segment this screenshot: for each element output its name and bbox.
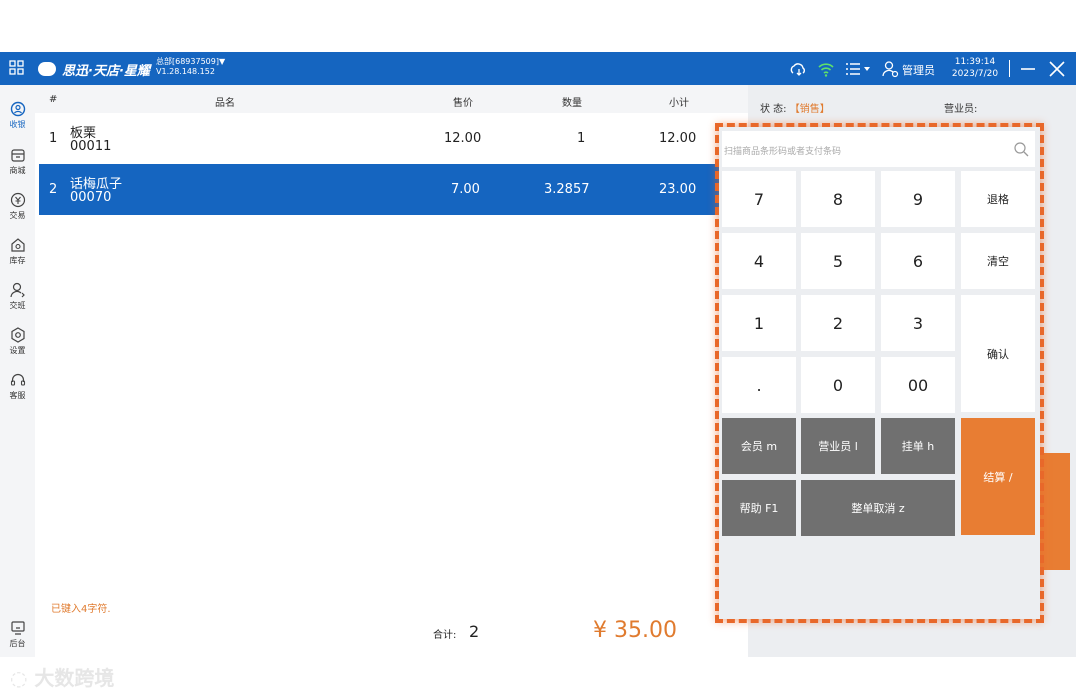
sidebar-item-backend[interactable]: 后台 bbox=[0, 620, 35, 649]
member-button[interactable]: 会员 m bbox=[722, 418, 796, 474]
hold-order-button[interactable]: 挂单 h bbox=[881, 418, 955, 474]
sidebar-item-inventory[interactable]: 库存 bbox=[0, 237, 35, 266]
clock-time: 11:39:14 bbox=[954, 57, 996, 67]
row-index: 2 bbox=[49, 182, 58, 197]
checkout-button[interactable]: 结算 / bbox=[961, 418, 1035, 535]
brand-logo-icon bbox=[38, 62, 56, 76]
key-8[interactable]: 8 bbox=[801, 171, 875, 227]
sidebar: 收银 商城 交易 库存 交班 设置 客服 后台 bbox=[0, 85, 35, 657]
row-code: 00070 bbox=[70, 190, 112, 205]
inventory-icon bbox=[10, 238, 25, 252]
sidebar-item-label: 交易 bbox=[9, 211, 26, 220]
key-6[interactable]: 6 bbox=[881, 233, 955, 289]
divider bbox=[1009, 60, 1010, 77]
title-bar: 思迅·天店·星耀 总部[68937509]▼ V1.28.148.152 管理员… bbox=[0, 52, 1076, 85]
col-qty: 数量 bbox=[562, 98, 582, 109]
key-4[interactable]: 4 bbox=[722, 233, 796, 289]
headset-icon bbox=[10, 373, 25, 386]
table-row[interactable]: 1 板栗 00011 12.00 1 12.00 bbox=[39, 113, 748, 164]
table-row[interactable]: 2 话梅瓜子 00070 7.00 3.2857 23.00 bbox=[39, 164, 748, 215]
clock: 11:39:14 2023/7/20 bbox=[948, 56, 1002, 80]
wifi-icon[interactable] bbox=[817, 60, 835, 78]
row-subtotal: 23.00 bbox=[659, 182, 697, 197]
store-info[interactable]: 总部[68937509]▼ V1.28.148.152 bbox=[156, 57, 225, 77]
salesperson-label: 营业员: bbox=[944, 104, 978, 115]
row-price: 7.00 bbox=[451, 182, 480, 197]
close-icon[interactable] bbox=[1048, 60, 1066, 78]
state-value: 【销售】 bbox=[789, 104, 830, 115]
sidebar-item-label: 交班 bbox=[9, 301, 26, 310]
clear-button[interactable]: 清空 bbox=[961, 233, 1035, 289]
store-id: 总部[68937509]▼ bbox=[156, 57, 226, 66]
total-count: 2 bbox=[469, 622, 480, 641]
sidebar-item-label: 商城 bbox=[9, 166, 26, 175]
search-icon[interactable] bbox=[1014, 142, 1029, 157]
app-version: V1.28.148.152 bbox=[156, 67, 215, 76]
sidebar-item-transaction[interactable]: 交易 bbox=[0, 192, 35, 221]
row-qty: 1 bbox=[577, 131, 586, 146]
col-index: # bbox=[49, 94, 58, 105]
input-status-note: 已键入4字符. bbox=[51, 604, 111, 615]
sidebar-item-settings[interactable]: 设置 bbox=[0, 327, 35, 356]
key-5[interactable]: 5 bbox=[801, 233, 875, 289]
brand-name: 思迅·天店·星耀 bbox=[62, 64, 150, 79]
salesperson-button[interactable]: 营业员 l bbox=[801, 418, 875, 474]
search-placeholder: 扫描商品条形码或者支付条码 bbox=[724, 147, 842, 157]
cashier-icon bbox=[10, 101, 25, 117]
help-button[interactable]: 帮助 F1 bbox=[722, 480, 796, 536]
order-panel: # 品名 售价 数量 小计 1 板栗 00011 12.00 1 12.00 2… bbox=[35, 85, 748, 650]
barcode-search-input[interactable]: 扫描商品条形码或者支付条码 bbox=[722, 131, 1035, 167]
sidebar-item-label: 库存 bbox=[9, 256, 26, 265]
sidebar-item-label: 后台 bbox=[9, 639, 26, 648]
sidebar-item-label: 客服 bbox=[9, 391, 26, 400]
settings-icon bbox=[10, 327, 25, 343]
key-7[interactable]: 7 bbox=[722, 171, 796, 227]
minimize-icon[interactable] bbox=[1019, 60, 1037, 78]
menu-dropdown-icon[interactable] bbox=[845, 60, 873, 78]
mall-icon bbox=[10, 149, 25, 162]
sidebar-item-shift[interactable]: 交班 bbox=[0, 282, 35, 311]
key-2[interactable]: 2 bbox=[801, 295, 875, 351]
monitor-icon bbox=[10, 621, 25, 635]
transaction-icon bbox=[10, 192, 25, 208]
clock-date: 2023/7/20 bbox=[951, 69, 999, 79]
key-1[interactable]: 1 bbox=[722, 295, 796, 351]
row-subtotal: 12.00 bbox=[659, 131, 697, 146]
backspace-button[interactable]: 退格 bbox=[961, 171, 1035, 227]
key-00[interactable]: 00 bbox=[881, 357, 955, 413]
state-label: 状 态: bbox=[760, 104, 787, 115]
confirm-button[interactable]: 确认 bbox=[961, 295, 1035, 412]
col-subtotal: 小计 bbox=[669, 98, 689, 109]
cloud-sync-icon[interactable] bbox=[789, 60, 807, 78]
void-order-button[interactable]: 整单取消 z bbox=[801, 480, 955, 536]
row-index: 1 bbox=[49, 131, 58, 146]
apps-grid-icon[interactable] bbox=[9, 60, 25, 76]
order-state: 状 态: 【销售】 bbox=[760, 100, 830, 115]
admin-label[interactable]: 管理员 bbox=[902, 62, 935, 78]
row-price: 12.00 bbox=[444, 131, 482, 146]
watermark-logo: ◌ 大数跨境 bbox=[10, 666, 115, 690]
key-dot[interactable]: . bbox=[722, 357, 796, 413]
user-icon[interactable] bbox=[881, 60, 899, 78]
col-price: 售价 bbox=[453, 98, 473, 109]
sidebar-item-cashier[interactable]: 收银 bbox=[0, 101, 35, 130]
sidebar-item-mall[interactable]: 商城 bbox=[0, 147, 35, 176]
row-qty: 3.2857 bbox=[544, 182, 590, 197]
key-9[interactable]: 9 bbox=[881, 171, 955, 227]
total-amount: ¥ 35.00 bbox=[593, 618, 677, 643]
table-header: # 品名 售价 数量 小计 bbox=[35, 85, 748, 113]
sidebar-item-label: 收银 bbox=[9, 120, 26, 129]
col-name: 品名 bbox=[215, 98, 235, 109]
row-code: 00011 bbox=[70, 139, 112, 154]
total-label: 合计: bbox=[433, 630, 457, 641]
shift-icon bbox=[9, 282, 25, 298]
sidebar-item-label: 设置 bbox=[9, 346, 26, 355]
key-3[interactable]: 3 bbox=[881, 295, 955, 351]
sidebar-item-support[interactable]: 客服 bbox=[0, 372, 35, 401]
key-0[interactable]: 0 bbox=[801, 357, 875, 413]
